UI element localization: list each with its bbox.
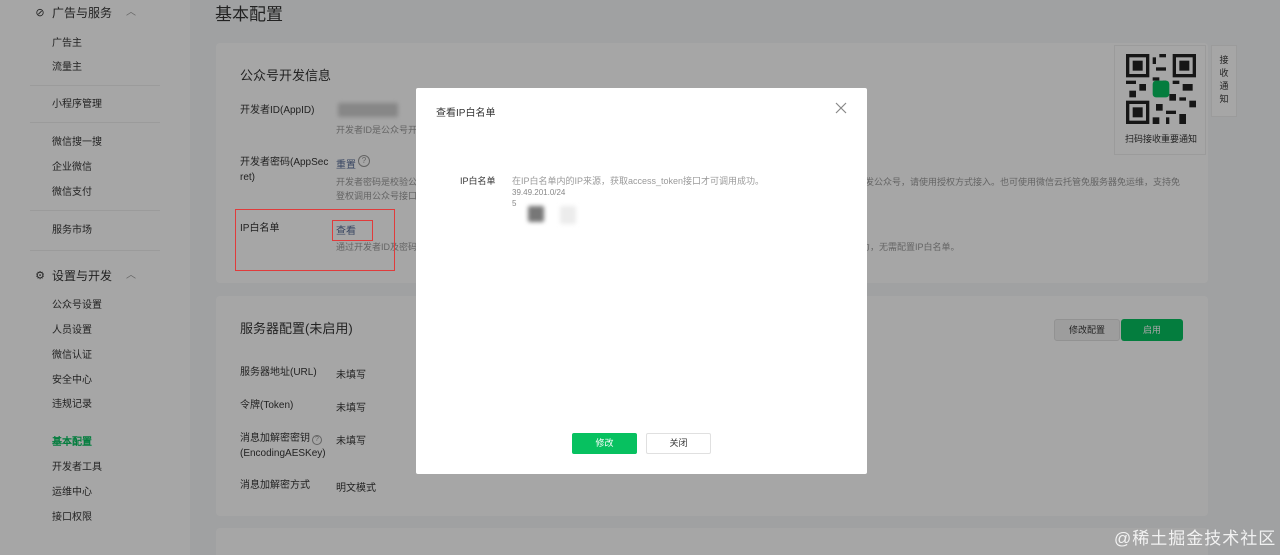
edit-button[interactable]: 修改 xyxy=(572,433,637,454)
ip-whitelist-label: IP白名单 xyxy=(460,176,496,186)
close-button[interactable]: 关闭 xyxy=(646,433,711,454)
close-icon[interactable] xyxy=(834,101,848,115)
ip-entry: 5 xyxy=(512,199,517,208)
highlight-box-view-link xyxy=(332,220,373,241)
ip-redacted xyxy=(560,206,576,224)
dialog-title: 查看IP白名单 xyxy=(436,108,496,119)
ip-redacted xyxy=(528,206,544,222)
ip-whitelist-desc: 在IP白名单内的IP来源，获取access_token接口才可调用成功。 xyxy=(512,176,765,186)
ip-entry: 39.49.201.0/24 xyxy=(512,188,566,197)
ip-whitelist-dialog: 查看IP白名单 IP白名单 在IP白名单内的IP来源，获取access_toke… xyxy=(416,88,867,474)
watermark: @稀土掘金技术社区 xyxy=(1114,529,1277,548)
